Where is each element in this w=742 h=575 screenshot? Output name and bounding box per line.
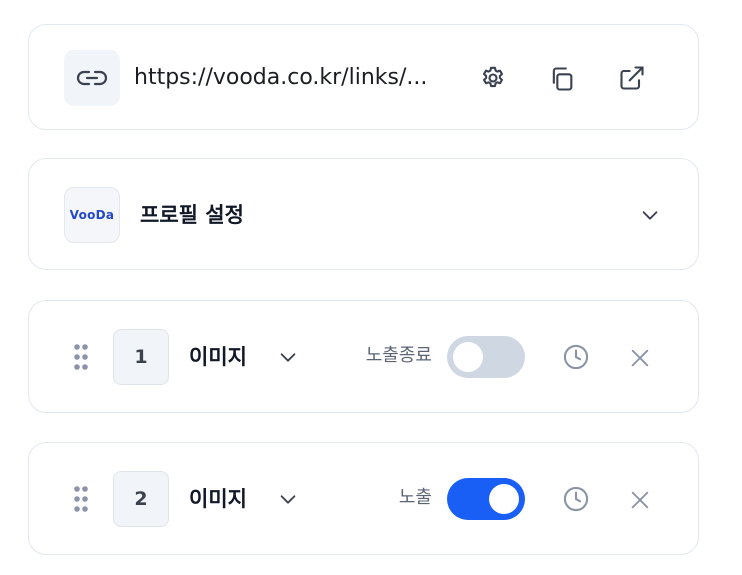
profile-card[interactable]: VooDa 프로필 설정 — [28, 158, 699, 270]
clock-icon[interactable] — [562, 485, 590, 513]
chevron-down-icon[interactable] — [277, 488, 299, 510]
link-card: https://vooda.co.kr/links/... — [28, 24, 699, 130]
link-icon — [76, 70, 108, 86]
toggle-knob — [489, 484, 519, 514]
close-icon[interactable] — [629, 489, 651, 511]
settings-icon[interactable] — [479, 64, 507, 92]
drag-handle-icon[interactable] — [73, 343, 89, 371]
copy-icon[interactable] — [548, 65, 576, 93]
chevron-down-icon[interactable] — [639, 204, 661, 226]
link-url[interactable]: https://vooda.co.kr/links/... — [134, 25, 427, 131]
visibility-toggle[interactable] — [447, 478, 525, 520]
status-label: 노출종료 — [365, 345, 432, 366]
item-number: 1 — [113, 329, 169, 385]
item-number: 2 — [113, 471, 169, 527]
clock-icon[interactable] — [562, 343, 590, 371]
close-icon[interactable] — [629, 347, 651, 369]
link-icon-box — [64, 50, 120, 106]
chevron-down-icon[interactable] — [277, 346, 299, 368]
item-title: 이미지 — [189, 487, 247, 511]
item-title: 이미지 — [189, 345, 247, 369]
profile-logo: VooDa — [64, 187, 120, 243]
toggle-knob — [453, 342, 483, 372]
profile-title: 프로필 설정 — [140, 203, 244, 227]
external-link-icon[interactable] — [618, 64, 646, 92]
drag-handle-icon[interactable] — [73, 485, 89, 513]
status-label: 노출 — [398, 487, 432, 508]
list-item: 1 이미지 노출종료 — [28, 300, 699, 413]
visibility-toggle[interactable] — [447, 336, 525, 378]
list-item: 2 이미지 노출 — [28, 442, 699, 555]
logo-text: VooDa — [69, 208, 115, 222]
